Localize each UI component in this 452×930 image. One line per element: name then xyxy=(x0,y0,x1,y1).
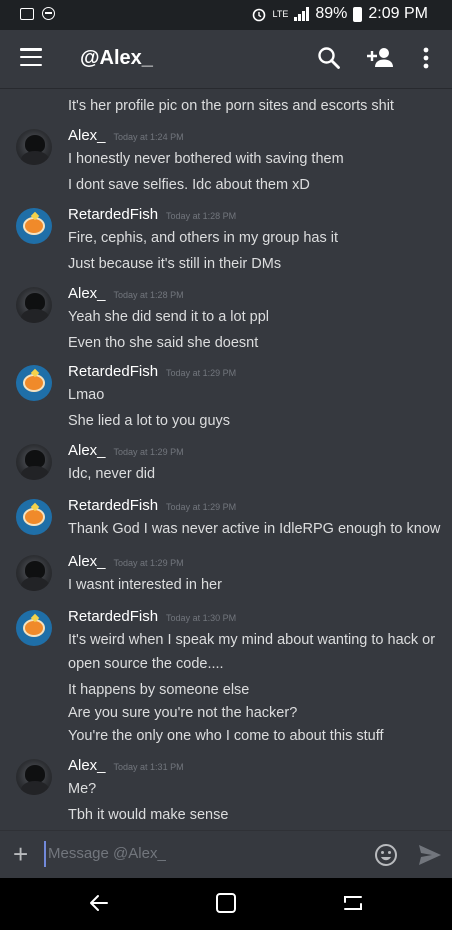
timestamp: Today at 1:31 PM xyxy=(113,762,184,772)
author-name[interactable]: Alex_ xyxy=(68,757,106,774)
battery-percent: 89% xyxy=(315,5,348,22)
menu-icon[interactable] xyxy=(20,48,42,66)
do-not-disturb-icon xyxy=(42,7,55,20)
message-line: Tbh it would make sense xyxy=(68,807,229,823)
timestamp: Today at 1:29 PM xyxy=(113,447,184,457)
header: @Alex_ xyxy=(0,30,452,88)
avatar[interactable] xyxy=(16,499,52,535)
avatar[interactable] xyxy=(16,759,52,795)
message-line: Are you sure you're not the hacker? xyxy=(68,705,298,721)
recent-apps-icon[interactable] xyxy=(342,892,364,914)
avatar[interactable] xyxy=(16,610,52,646)
author-name[interactable]: Alex_ xyxy=(68,442,106,459)
timestamp: Today at 1:29 PM xyxy=(166,368,237,378)
message-line: I wasnt interested in her xyxy=(68,577,222,593)
message-line: Fire, cephis, and others in my group has… xyxy=(68,230,338,246)
message-line: Lmao xyxy=(68,387,105,403)
message-line: open source the code.... xyxy=(68,656,224,672)
author-name[interactable]: Alex_ xyxy=(68,553,106,570)
message-line: Even tho she said she doesnt xyxy=(68,335,259,351)
message-input[interactable]: Message @Alex_ xyxy=(44,841,358,867)
network-type: LTE xyxy=(272,8,289,19)
message-line: Me? xyxy=(68,781,97,797)
android-nav-bar xyxy=(0,878,452,930)
emoji-icon[interactable] xyxy=(374,843,398,867)
author-name[interactable]: Alex_ xyxy=(68,285,106,302)
avatar[interactable] xyxy=(16,555,52,591)
send-icon[interactable] xyxy=(418,844,442,866)
clock: 2:09 PM xyxy=(368,5,428,22)
message-line: You're the only one who I come to about … xyxy=(68,728,384,744)
alarm-icon xyxy=(252,8,265,22)
message-line: It's weird when I speak my mind about wa… xyxy=(68,632,436,648)
timestamp: Today at 1:24 PM xyxy=(113,132,184,142)
message-line: It happens by someone else xyxy=(68,682,250,698)
home-icon[interactable] xyxy=(215,892,237,914)
message-line: I dont save selfies. Idc about them xD xyxy=(68,177,310,193)
author-name[interactable]: RetardedFish xyxy=(68,608,158,625)
message-line: Thank God I was never active in IdleRPG … xyxy=(68,521,441,537)
message-line: Idc, never did xyxy=(68,466,156,482)
message-line: She lied a lot to you guys xyxy=(68,413,231,429)
status-bar: LTE 89% 2:09 PM xyxy=(0,0,452,30)
attach-plus-icon[interactable]: + xyxy=(13,841,28,867)
message-composer: + Message @Alex_ xyxy=(0,830,452,879)
timestamp: Today at 1:29 PM xyxy=(113,558,184,568)
timestamp: Today at 1:29 PM xyxy=(166,502,237,512)
battery-icon xyxy=(353,6,363,22)
add-friend-icon[interactable] xyxy=(366,45,396,71)
search-icon[interactable] xyxy=(316,45,342,71)
gallery-notification-icon xyxy=(20,7,34,20)
channel-title: @Alex_ xyxy=(80,47,153,69)
avatar[interactable] xyxy=(16,129,52,165)
timestamp: Today at 1:28 PM xyxy=(166,211,237,221)
avatar[interactable] xyxy=(16,365,52,401)
back-icon[interactable] xyxy=(88,892,110,914)
message-line: I honestly never bothered with saving th… xyxy=(68,151,344,167)
more-icon[interactable] xyxy=(416,45,436,71)
timestamp: Today at 1:30 PM xyxy=(166,613,237,623)
message-line: Yeah she did send it to a lot ppl xyxy=(68,309,270,325)
message-line: It's her profile pic on the porn sites a… xyxy=(68,98,394,114)
author-name[interactable]: RetardedFish xyxy=(68,363,158,380)
timestamp: Today at 1:28 PM xyxy=(113,290,184,300)
avatar[interactable] xyxy=(16,287,52,323)
author-name[interactable]: Alex_ xyxy=(68,127,106,144)
avatar[interactable] xyxy=(16,208,52,244)
author-name[interactable]: RetardedFish xyxy=(68,497,158,514)
message-list[interactable]: It's her profile pic on the porn sites a… xyxy=(0,88,452,830)
signal-icon xyxy=(294,7,310,21)
message-line: Just because it's still in their DMs xyxy=(68,256,282,272)
author-name[interactable]: RetardedFish xyxy=(68,206,158,223)
avatar[interactable] xyxy=(16,444,52,480)
